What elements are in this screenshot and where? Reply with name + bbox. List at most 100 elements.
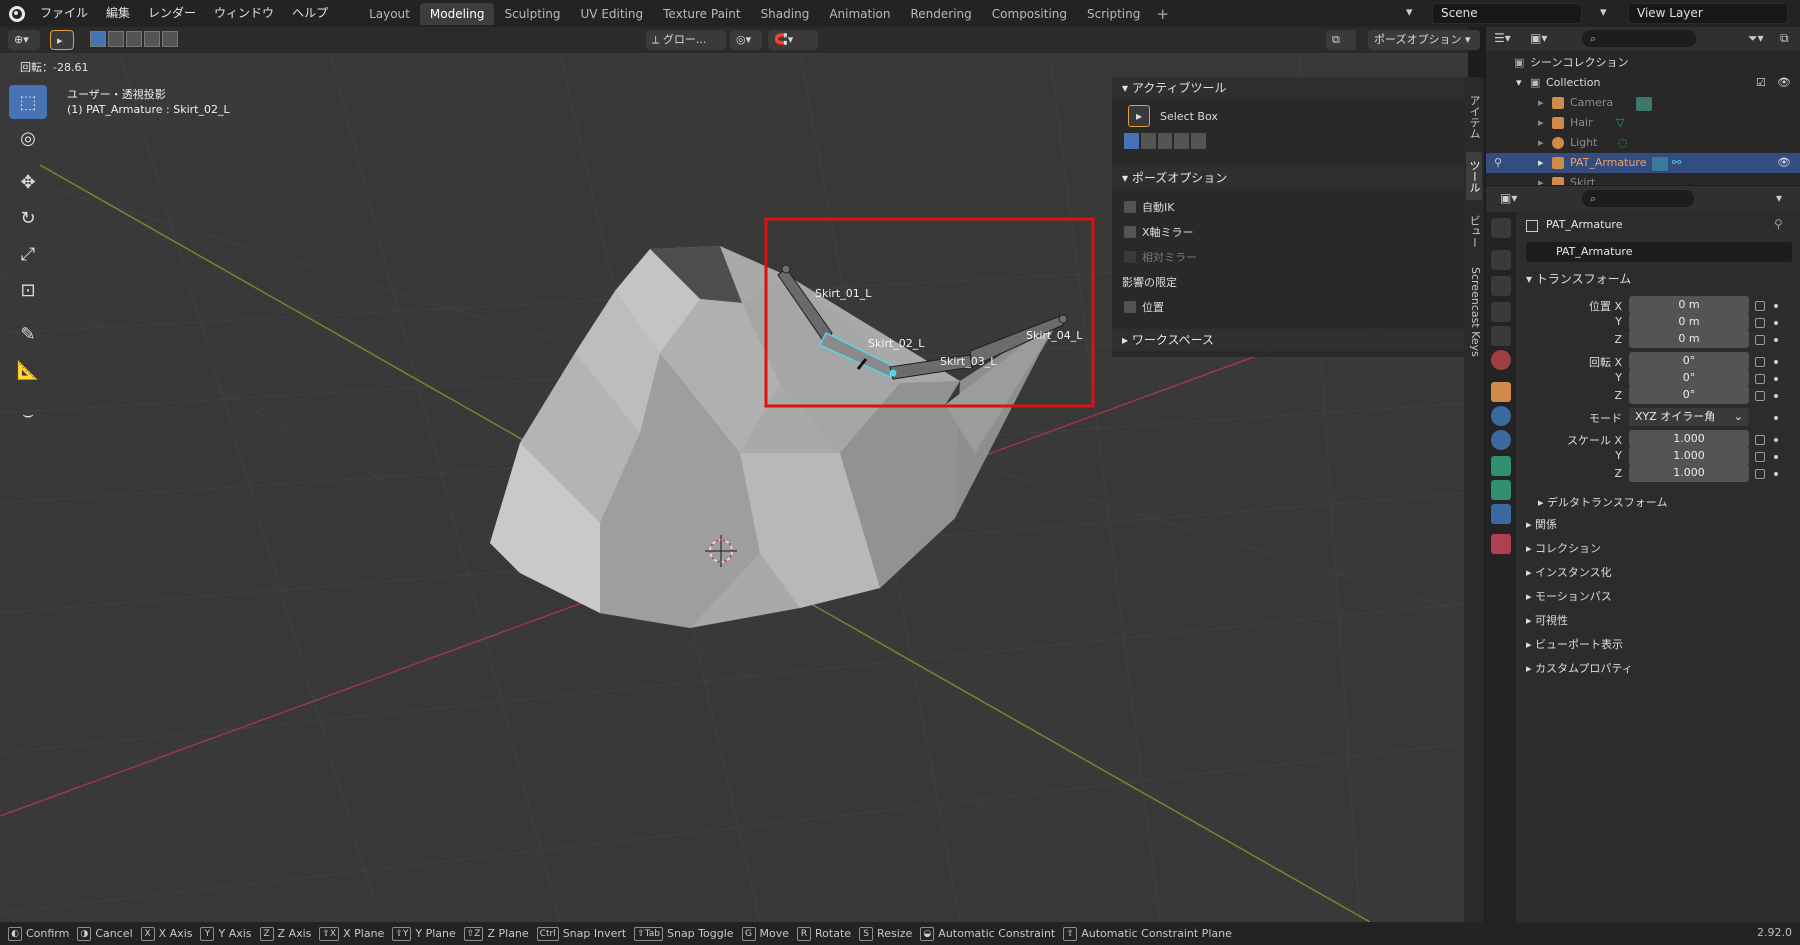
pose-mode-icon[interactable]: ⚲ (1494, 153, 1502, 173)
mirror-x-toggle[interactable]: ⧉ X (1326, 30, 1356, 66)
menu-help[interactable]: ヘルプ (283, 0, 337, 27)
location-z-field[interactable]: 0 m (1629, 330, 1749, 348)
expand-icon[interactable]: ▸ (1538, 153, 1544, 173)
scale-x-field[interactable]: 1.000 (1629, 430, 1749, 448)
pose-tool-icon[interactable]: ⌣ (9, 397, 47, 431)
motion-paths-section[interactable]: ▸ モーションパス (1526, 588, 1612, 604)
outliner-item-pat-armature[interactable]: ⚲ ▸ PAT_Armature ⚯ 👁 (1486, 153, 1800, 173)
relative-mirror-checkbox[interactable]: 相対ミラー (1124, 249, 1197, 265)
select-subtract-icon[interactable] (126, 31, 142, 47)
lock-icon[interactable] (1755, 452, 1765, 462)
collection-row[interactable]: ▾ ▣ Collection ☑ 👁 (1486, 73, 1800, 93)
select-extend-icon[interactable] (108, 31, 124, 47)
lock-icon[interactable] (1755, 374, 1765, 384)
tab-uv-editing[interactable]: UV Editing (571, 3, 654, 25)
lock-icon[interactable] (1755, 435, 1765, 445)
viewport-display-section[interactable]: ▸ ビューポート表示 (1526, 636, 1623, 652)
keyframe-dot-icon[interactable] (1774, 338, 1778, 342)
mode-invert-icon[interactable] (1174, 133, 1190, 149)
menu-render[interactable]: レンダー (139, 0, 205, 27)
select-intersect-icon[interactable] (162, 31, 178, 47)
outliner-editor-type-icon[interactable]: ☰▾ (1494, 31, 1511, 45)
active-tool-icon[interactable]: ▸ (1128, 105, 1150, 127)
expand-icon[interactable]: ▸ (1538, 113, 1544, 133)
pose-options-dropdown[interactable]: ポーズオプション ▾ (1368, 30, 1480, 50)
outliner-item-skirt[interactable]: ▸ Skirt (1486, 173, 1800, 185)
tool-select-modes[interactable] (1124, 133, 1206, 149)
location-checkbox[interactable]: 位置 (1124, 299, 1164, 315)
tab-screencast-keys[interactable]: Screencast Keys (1466, 262, 1482, 362)
outliner-filter-icon[interactable]: ⏷▾ (1748, 31, 1764, 46)
select-new-icon[interactable] (90, 31, 106, 47)
tab-rendering[interactable]: Rendering (901, 3, 982, 25)
tool-props-icon[interactable] (1491, 218, 1511, 238)
select-mode-button[interactable]: ▸ (50, 30, 74, 50)
delta-transform-header[interactable]: ▸ デルタトランスフォーム (1538, 494, 1667, 510)
mode-extend-icon[interactable] (1140, 133, 1156, 149)
x-mirror-checkbox[interactable]: X軸ミラー (1124, 224, 1194, 240)
auto-ik-checkbox[interactable]: 自動IK (1124, 199, 1174, 215)
properties-options-icon[interactable]: ▾ (1776, 191, 1782, 205)
keyframe-dot-icon[interactable] (1774, 321, 1778, 325)
expand-icon[interactable]: ▸ (1538, 133, 1544, 153)
scene-selector[interactable]: Scene (1432, 3, 1582, 24)
texture-props-icon[interactable] (1491, 534, 1511, 554)
collections-section[interactable]: ▸ コレクション (1526, 540, 1601, 556)
tab-tool[interactable]: ツール (1466, 152, 1482, 200)
tab-modeling[interactable]: Modeling (419, 2, 495, 25)
keyframe-dot-icon[interactable] (1774, 438, 1778, 442)
scale-z-field[interactable]: 1.000 (1629, 464, 1749, 482)
collection-checkbox[interactable]: ☑ (1756, 73, 1766, 93)
instancing-section[interactable]: ▸ インスタンス化 (1526, 564, 1612, 580)
pivot-point-dropdown[interactable]: ◎▾ (730, 30, 762, 50)
tab-item[interactable]: アイテム (1466, 89, 1482, 145)
mode-subtract-icon[interactable] (1157, 133, 1173, 149)
expand-icon[interactable]: ▸ (1538, 173, 1544, 185)
keyframe-dot-icon[interactable] (1774, 377, 1778, 381)
rotate-tool-icon[interactable]: ↻ (9, 201, 47, 235)
visibility-section[interactable]: ▸ 可視性 (1526, 612, 1568, 628)
menu-file[interactable]: ファイル (31, 0, 97, 27)
add-workspace-button[interactable]: + (1150, 5, 1175, 23)
new-collection-icon[interactable]: ⧉ (1780, 31, 1789, 46)
keyframe-dot-icon[interactable] (1774, 394, 1778, 398)
world-props-icon[interactable] (1491, 350, 1511, 370)
physics-props-icon[interactable] (1491, 430, 1511, 450)
output-props-icon[interactable] (1491, 276, 1511, 296)
tab-compositing[interactable]: Compositing (982, 3, 1077, 25)
cursor-tool-icon[interactable]: ◎ (9, 121, 47, 155)
modifier-props-icon[interactable] (1491, 406, 1511, 426)
keyframe-dot-icon[interactable] (1774, 455, 1778, 459)
mode-intersect-icon[interactable] (1191, 133, 1206, 149)
object-name-field[interactable]: PAT_Armature (1526, 242, 1792, 262)
keyframe-dot-icon[interactable] (1774, 416, 1778, 420)
lock-icon[interactable] (1755, 469, 1765, 479)
scene-props-icon[interactable] (1491, 326, 1511, 346)
location-y-field[interactable]: 0 m (1629, 313, 1749, 331)
mode-new-icon[interactable] (1124, 133, 1139, 149)
pin-icon[interactable]: ⚲ (1774, 217, 1783, 231)
select-invert-icon[interactable] (144, 31, 160, 47)
relations-section[interactable]: ▸ 関係 (1526, 516, 1557, 532)
object-data-props-icon[interactable] (1491, 456, 1511, 476)
scale-tool-icon[interactable]: ⤢ (9, 237, 47, 271)
rotation-y-field[interactable]: 0° (1629, 369, 1749, 387)
rotation-z-field[interactable]: 0° (1629, 386, 1749, 404)
tab-layout[interactable]: Layout (359, 3, 420, 25)
workspace-header[interactable]: ▸ ワークスペース (1112, 329, 1464, 351)
3d-viewport[interactable]: 回転：-28.61 ユーザー・透視投影 (1) PAT_Armature : S… (0, 53, 1468, 922)
skirt-mesh[interactable] (490, 246, 1062, 628)
tab-texture-paint[interactable]: Texture Paint (653, 3, 750, 25)
tab-view[interactable]: ビュー (1466, 207, 1482, 255)
location-x-field[interactable]: 0 m (1629, 296, 1749, 314)
menu-window[interactable]: ウィンドウ (205, 0, 283, 27)
pose-options-header[interactable]: ▾ ポーズオプション (1112, 167, 1464, 189)
scene-icon[interactable]: ▾ (1406, 5, 1430, 22)
transform-tool-icon[interactable]: ⊡ (9, 273, 47, 307)
keyframe-dot-icon[interactable] (1774, 472, 1778, 476)
keyframe-dot-icon[interactable] (1774, 304, 1778, 308)
rotation-mode-dropdown[interactable]: XYZ オイラー角 ⌄ (1629, 408, 1749, 426)
lock-icon[interactable] (1755, 391, 1765, 401)
menu-edit[interactable]: 編集 (97, 0, 139, 27)
blender-logo-icon[interactable] (9, 5, 25, 22)
